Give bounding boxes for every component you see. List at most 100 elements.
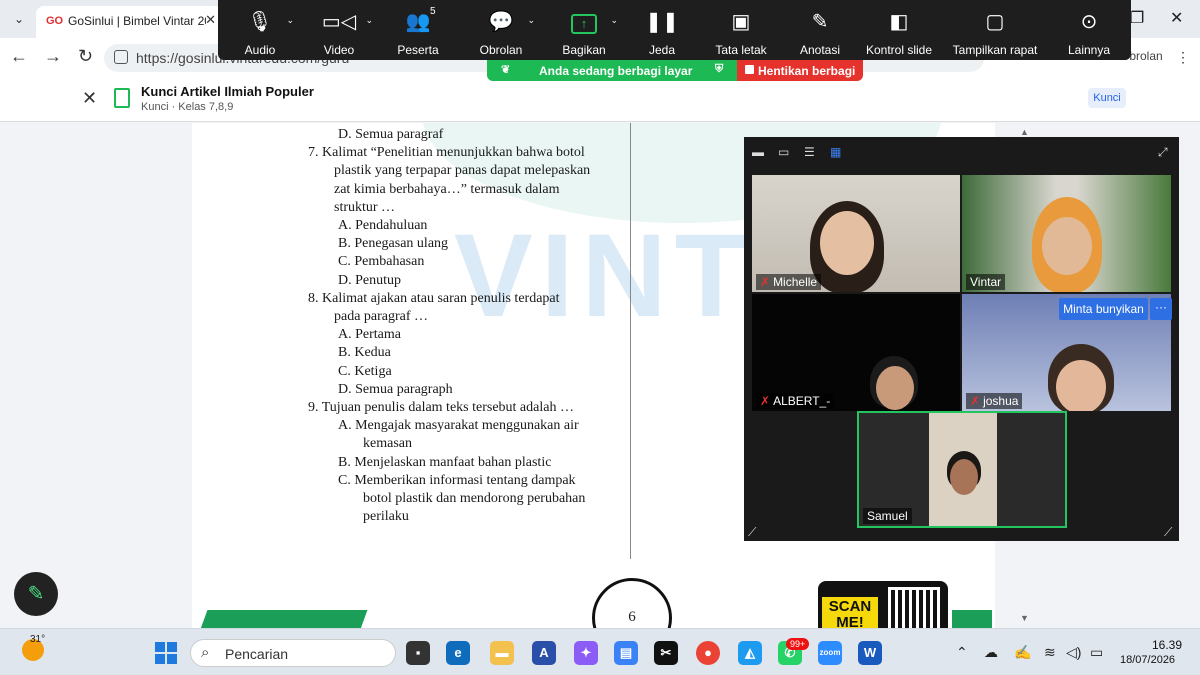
document-line: D. Penutup	[338, 272, 401, 288]
forward-arrow-icon[interactable]: →	[44, 46, 62, 67]
video-tile-vintar[interactable]: Vintar	[962, 175, 1171, 292]
audio-label: Audio	[244, 43, 276, 57]
scroll-up-icon[interactable]: ▲	[1020, 127, 1029, 137]
resize-handle-left-icon[interactable]: ⟋	[748, 525, 756, 540]
document-line: B. Menjelaskan manfaat bahan plastic	[338, 454, 552, 470]
tab-list-chevron-icon[interactable]: ⌄	[8, 8, 30, 30]
tab-close-icon[interactable]: ✕	[205, 12, 216, 28]
gallery-view-icon[interactable]: ▦	[830, 145, 841, 159]
chevron-down-icon[interactable]: ⌄	[286, 15, 294, 26]
chrome-icon[interactable]: ●	[696, 641, 720, 665]
close-document-icon[interactable]: ✕	[82, 88, 97, 109]
annotate-button[interactable]: ✎ Anotasi	[780, 0, 860, 60]
document-line: 9. Tujuan penulis dalam teks tersebut ad…	[308, 400, 574, 415]
participants-icon: 👥	[405, 11, 431, 33]
sharing-status-banner: ❦ Anda sedang berbagi layar ⛨	[487, 60, 737, 81]
document-subtitle: Kunci · Kelas 7,8,9	[141, 101, 234, 113]
weather-temperature: 31°	[30, 634, 46, 645]
stop-sharing-button[interactable]: Hentikan berbagi	[737, 60, 863, 81]
share-button[interactable]: ↑ ⌄ Bagikan	[544, 0, 624, 60]
document-type-badge: Kunci	[1088, 88, 1126, 108]
notification-badge: 99+	[786, 638, 810, 650]
speaker-view-icon[interactable]: ▭	[778, 145, 789, 159]
chevron-down-icon[interactable]: ⌄	[527, 15, 535, 26]
video-tile-samuel[interactable]: Samuel	[857, 411, 1067, 528]
clock-date: 18/07/2026	[1120, 654, 1176, 666]
taskbar-search[interactable]: ⌕ Pencarian	[190, 639, 396, 667]
app-icon[interactable]: A	[532, 641, 556, 665]
zoom-icon[interactable]: zoom	[818, 641, 842, 665]
show-meeting-button[interactable]: ▢ Tampilkan rapat	[940, 0, 1050, 60]
video-tile-michelle[interactable]: ✗ Michelle	[752, 175, 960, 292]
document-line: 8. Kalimat ajakan atau saran penulis ter…	[308, 290, 560, 306]
participant-count: 5	[430, 6, 436, 17]
shield-icon: ⛨	[715, 63, 724, 75]
layout-icon: ▣	[731, 11, 751, 33]
layout-button[interactable]: ▣ Tata letak	[701, 0, 781, 60]
audio-button[interactable]: 🎙 ⌄ Audio	[220, 0, 300, 60]
participant-name: Samuel	[863, 508, 912, 524]
copilot-icon[interactable]: ✦	[574, 641, 598, 665]
document-line: D. Semua paragraph	[338, 381, 453, 397]
ask-to-unmute-button[interactable]: Minta bunyikan	[1059, 298, 1148, 320]
document-header: ✕ Kunci Artikel Ilmiah Populer Kunci · K…	[0, 76, 1200, 122]
menu-dots-icon[interactable]: ⋮	[1176, 49, 1190, 66]
document-line: botol plastik dan mendorong perubahan	[363, 491, 586, 506]
photos-icon[interactable]: ◭	[738, 641, 762, 665]
chat-label: Obrolan	[479, 43, 523, 57]
document-line: C. Ketiga	[338, 363, 392, 379]
chevron-down-icon[interactable]: ⌄	[610, 15, 618, 26]
back-arrow-icon[interactable]: ←	[10, 46, 28, 67]
column-divider	[630, 123, 631, 559]
document-line: C. Memberikan informasi tentang dampak	[338, 472, 576, 488]
participant-more-button[interactable]: ···	[1150, 298, 1172, 320]
document-line: C. Pembahasan	[338, 254, 425, 270]
cloud-icon[interactable]: ☁	[984, 644, 998, 661]
edge-browser-icon[interactable]: e	[446, 641, 470, 665]
browser-tab[interactable]: GO GoSinlui | Bimbel Vintar 2026 ✕	[36, 6, 222, 38]
task-view-icon[interactable]: ▪	[406, 641, 430, 665]
zoom-toolbar: 🎙 ⌄ Audio ▭◁ ⌄ Video 👥 5 Peserta 💬 ⌄ Obr…	[218, 0, 1131, 60]
participants-button[interactable]: 👥 5 Peserta	[378, 0, 458, 60]
store-icon[interactable]: ▤	[614, 641, 638, 665]
chevron-up-icon[interactable]: ⌃	[956, 644, 968, 661]
resize-handle-right-icon[interactable]: ⟋	[1164, 525, 1172, 540]
video-tile-albert[interactable]: ✗ ALBERT_-	[752, 294, 960, 411]
more-button[interactable]: ⊙ Lainnya	[1049, 0, 1129, 60]
document-line: B. Penegasan ulang	[338, 236, 449, 252]
close-window-icon[interactable]: ✕	[1170, 8, 1183, 28]
battery-icon[interactable]: ▭	[1090, 644, 1103, 661]
more-icon: ⊙	[1080, 11, 1098, 33]
strip-view-icon[interactable]: ☰	[804, 145, 815, 159]
document-line: struktur …	[334, 199, 396, 215]
word-icon[interactable]: W	[858, 641, 882, 665]
restore-window-icon[interactable]: ❐	[1130, 8, 1144, 28]
stop-sharing-label: Hentikan berbagi	[758, 64, 856, 78]
volume-icon[interactable]: ◁)	[1066, 644, 1081, 661]
scroll-down-icon[interactable]: ▼	[1020, 613, 1029, 623]
annotate-pen-button[interactable]: ✎	[14, 572, 58, 616]
document-line: 7. Kalimat “Penelitian menunjukkan bahwa…	[308, 145, 585, 161]
slide-control-button[interactable]: ◧ Kontrol slide	[859, 0, 939, 60]
video-button[interactable]: ▭◁ ⌄ Video	[299, 0, 379, 60]
file-explorer-icon[interactable]: ▬	[490, 641, 514, 665]
chat-button[interactable]: 💬 ⌄ Obrolan	[461, 0, 541, 60]
search-placeholder: Pencarian	[225, 646, 289, 662]
slide-control-label: Kontrol slide	[865, 43, 933, 57]
start-button[interactable]	[155, 642, 177, 664]
annotate-label: Anotasi	[799, 43, 841, 57]
expand-icon[interactable]: ⤢	[1158, 145, 1168, 160]
site-info-icon[interactable]	[114, 50, 128, 64]
document-line: A. Pendahuluan	[338, 218, 428, 233]
page-number: 6	[592, 578, 672, 628]
chevron-down-icon[interactable]: ⌄	[365, 15, 373, 26]
wifi-icon[interactable]: ≋	[1044, 644, 1056, 661]
reload-icon[interactable]: ↻	[78, 46, 93, 67]
video-face	[1056, 360, 1106, 411]
document-line: A. Mengajak masyarakat menggunakan air	[338, 418, 579, 434]
minimize-icon[interactable]: ▬	[752, 145, 764, 159]
show-meeting-icon: ▢	[985, 11, 1005, 33]
capcut-icon[interactable]: ✂	[654, 641, 678, 665]
pause-button[interactable]: ❚❚ Jeda	[622, 0, 702, 60]
pen-input-icon[interactable]: ✍	[1014, 644, 1031, 661]
